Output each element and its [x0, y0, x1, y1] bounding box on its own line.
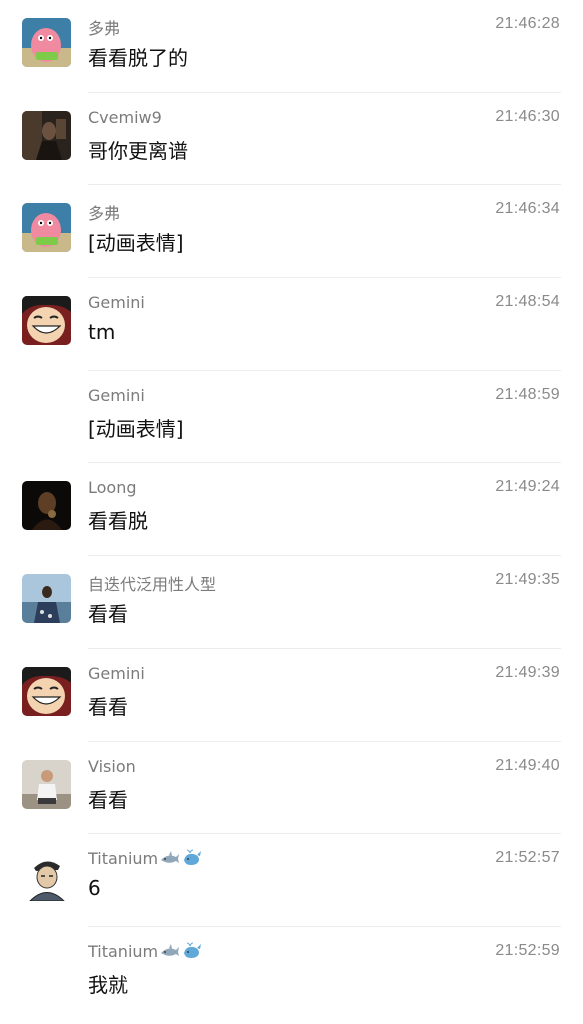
luffy-avatar[interactable] [22, 666, 71, 716]
message-time: 21:49:40 [495, 756, 560, 774]
message-item[interactable]: Vision 21:49:40 看看 [0, 742, 583, 835]
message-item[interactable]: Cvemiw9 21:46:30 哥你更离谱 [0, 93, 583, 186]
message-item[interactable]: 自迭代泛用性人型 21:49:35 看看 [0, 556, 583, 649]
message-text: 看看 [88, 694, 128, 719]
message-time: 21:46:34 [495, 200, 560, 218]
message-text: [动画表情] [88, 416, 184, 441]
chat-message-list: 多弗 21:46:28 看看脱了的 Cvemiw9 21:46:30 哥你更离谱 [0, 0, 583, 1020]
sender-name: Gemini [88, 293, 145, 313]
message-text: tm [88, 320, 116, 345]
message-item[interactable]: Loong 21:49:24 看看脱 [0, 463, 583, 557]
message-text: [动画表情] [88, 231, 184, 256]
sender-name: Loong [88, 478, 137, 498]
sender-name: 多弗 [88, 204, 121, 224]
message-time: 21:49:24 [495, 478, 560, 496]
message-text: 看看 [88, 602, 128, 627]
message-item[interactable]: Titanium 21:52:57 6 [0, 834, 583, 927]
message-item[interactable]: Gemini 21:49:39 看看 [0, 649, 583, 742]
shark-icon [160, 943, 180, 964]
sender-name-text: Titanium [88, 941, 159, 961]
message-time: 21:48:59 [495, 385, 560, 403]
night-selfie-avatar[interactable] [22, 481, 71, 531]
sender-name: Titanium [88, 849, 202, 871]
message-time: 21:49:39 [495, 663, 560, 681]
message-item[interactable]: 多弗 21:46:28 看看脱了的 [0, 0, 583, 93]
message-item[interactable]: Gemini 21:48:54 tm [0, 278, 583, 371]
bandana-cartoon-avatar[interactable] [22, 852, 71, 902]
sender-name: 多弗 [88, 19, 121, 38]
sender-name: Vision [88, 756, 136, 776]
message-time: 21:52:57 [495, 849, 560, 867]
message-time: 21:49:35 [495, 571, 560, 589]
message-time: 21:46:28 [495, 15, 560, 32]
whale-icon [182, 849, 202, 871]
sender-name: Gemini [88, 663, 145, 683]
man-sitting-avatar[interactable] [22, 759, 71, 809]
patrick-avatar[interactable] [22, 203, 71, 253]
seaside-photo-avatar[interactable] [22, 574, 71, 624]
message-text: 我就 [88, 972, 128, 997]
message-time: 21:46:30 [495, 107, 560, 125]
message-text: 看看 [88, 787, 128, 812]
sender-name: 自迭代泛用性人型 [88, 575, 217, 595]
luffy-avatar[interactable] [22, 296, 71, 346]
patrick-avatar[interactable] [22, 18, 71, 67]
shark-icon [160, 851, 180, 871]
message-text: 看看脱 [88, 509, 148, 534]
whale-icon [182, 942, 202, 964]
message-text: 哥你更离谱 [88, 138, 188, 163]
message-text: 6 [88, 876, 101, 901]
sender-name-text: Titanium [88, 849, 159, 869]
message-item[interactable]: Titanium 21:52:59 我就 [0, 927, 583, 1020]
message-item[interactable]: Gemini 21:48:59 [动画表情] [0, 371, 583, 464]
sender-name: Titanium [88, 942, 202, 964]
message-time: 21:52:59 [495, 941, 560, 959]
sender-name: Gemini [88, 385, 145, 405]
message-item[interactable]: 多弗 21:46:34 [动画表情] [0, 185, 583, 279]
dark-photo-avatar[interactable] [22, 110, 71, 160]
message-text: 看看脱了的 [88, 46, 188, 70]
sender-name: Cvemiw9 [88, 107, 162, 127]
message-time: 21:48:54 [495, 293, 560, 311]
